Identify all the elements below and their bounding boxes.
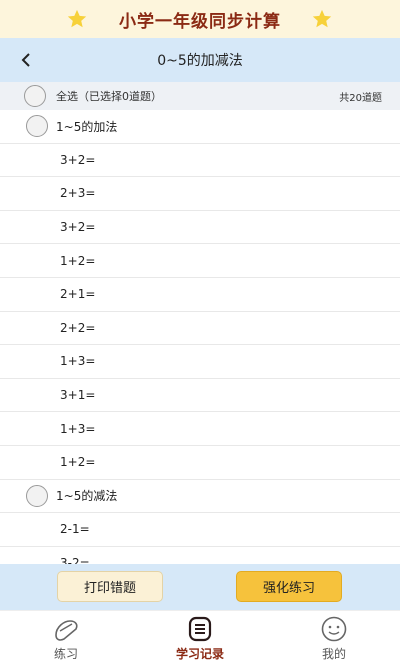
tab-records[interactable]: 学习记录 — [160, 615, 240, 665]
print-mistakes-button[interactable]: 打印错题 — [57, 571, 163, 602]
question-row[interactable]: 3+2= — [0, 211, 400, 245]
select-all-row[interactable]: 全选（已选择0道题） 共20道题 — [0, 82, 400, 110]
tab-mine[interactable]: 我的 — [294, 615, 374, 665]
group-radio[interactable] — [26, 115, 48, 138]
back-button[interactable] — [14, 48, 38, 72]
group-label: 1~5的加法 — [56, 119, 118, 134]
smiley-icon — [321, 616, 347, 642]
question-row[interactable]: 1+3= — [0, 345, 400, 379]
action-bar: 打印错题 强化练习 — [0, 564, 400, 610]
total-count: 共20道题 — [339, 92, 382, 104]
app-header: 小学一年级同步计算 — [0, 0, 400, 38]
pencil-icon — [55, 620, 78, 641]
star-icon — [312, 9, 332, 28]
strengthen-practice-button[interactable]: 强化练习 — [236, 571, 342, 602]
question-row[interactable]: 2+3= — [0, 177, 400, 211]
question-row[interactable]: 2-1= — [0, 513, 400, 547]
tab-bar: 练习 学习记录 我的 — [0, 610, 400, 666]
question-row[interactable]: 2+1= — [0, 278, 400, 312]
group-row-subtraction[interactable]: 1~5的减法 — [0, 480, 400, 514]
group-label: 1~5的减法 — [56, 489, 118, 504]
question-row[interactable]: 3+1= — [0, 379, 400, 413]
tab-label: 学习记录 — [175, 647, 224, 661]
record-icon — [188, 616, 212, 642]
group-radio[interactable] — [26, 484, 48, 507]
chevron-left-icon — [21, 53, 30, 67]
tab-label: 我的 — [321, 647, 346, 661]
nav-bar: 0~5的加减法 — [0, 38, 400, 82]
select-all-label: 全选（已选择0道题） — [56, 90, 162, 103]
group-row-addition[interactable]: 1~5的加法 — [0, 110, 400, 144]
question-row[interactable]: 1+3= — [0, 412, 400, 446]
question-row[interactable]: 3+2= — [0, 144, 400, 178]
question-row[interactable]: 2+2= — [0, 312, 400, 346]
tab-practice[interactable]: 练习 — [26, 615, 106, 665]
question-row[interactable]: 3-2= — [0, 547, 400, 564]
app-title: 小学一年级同步计算 — [119, 11, 281, 32]
page-title: 0~5的加减法 — [157, 53, 243, 69]
select-all-radio[interactable] — [24, 85, 46, 107]
tab-label: 练习 — [53, 647, 78, 661]
question-row[interactable]: 1+2= — [0, 446, 400, 480]
question-list[interactable]: 1~5的加法 3+2= 2+3= 3+2= 1+2= 2+1= 2+2= 1+3… — [0, 110, 400, 564]
question-row[interactable]: 1+2= — [0, 244, 400, 278]
star-icon — [67, 9, 87, 28]
